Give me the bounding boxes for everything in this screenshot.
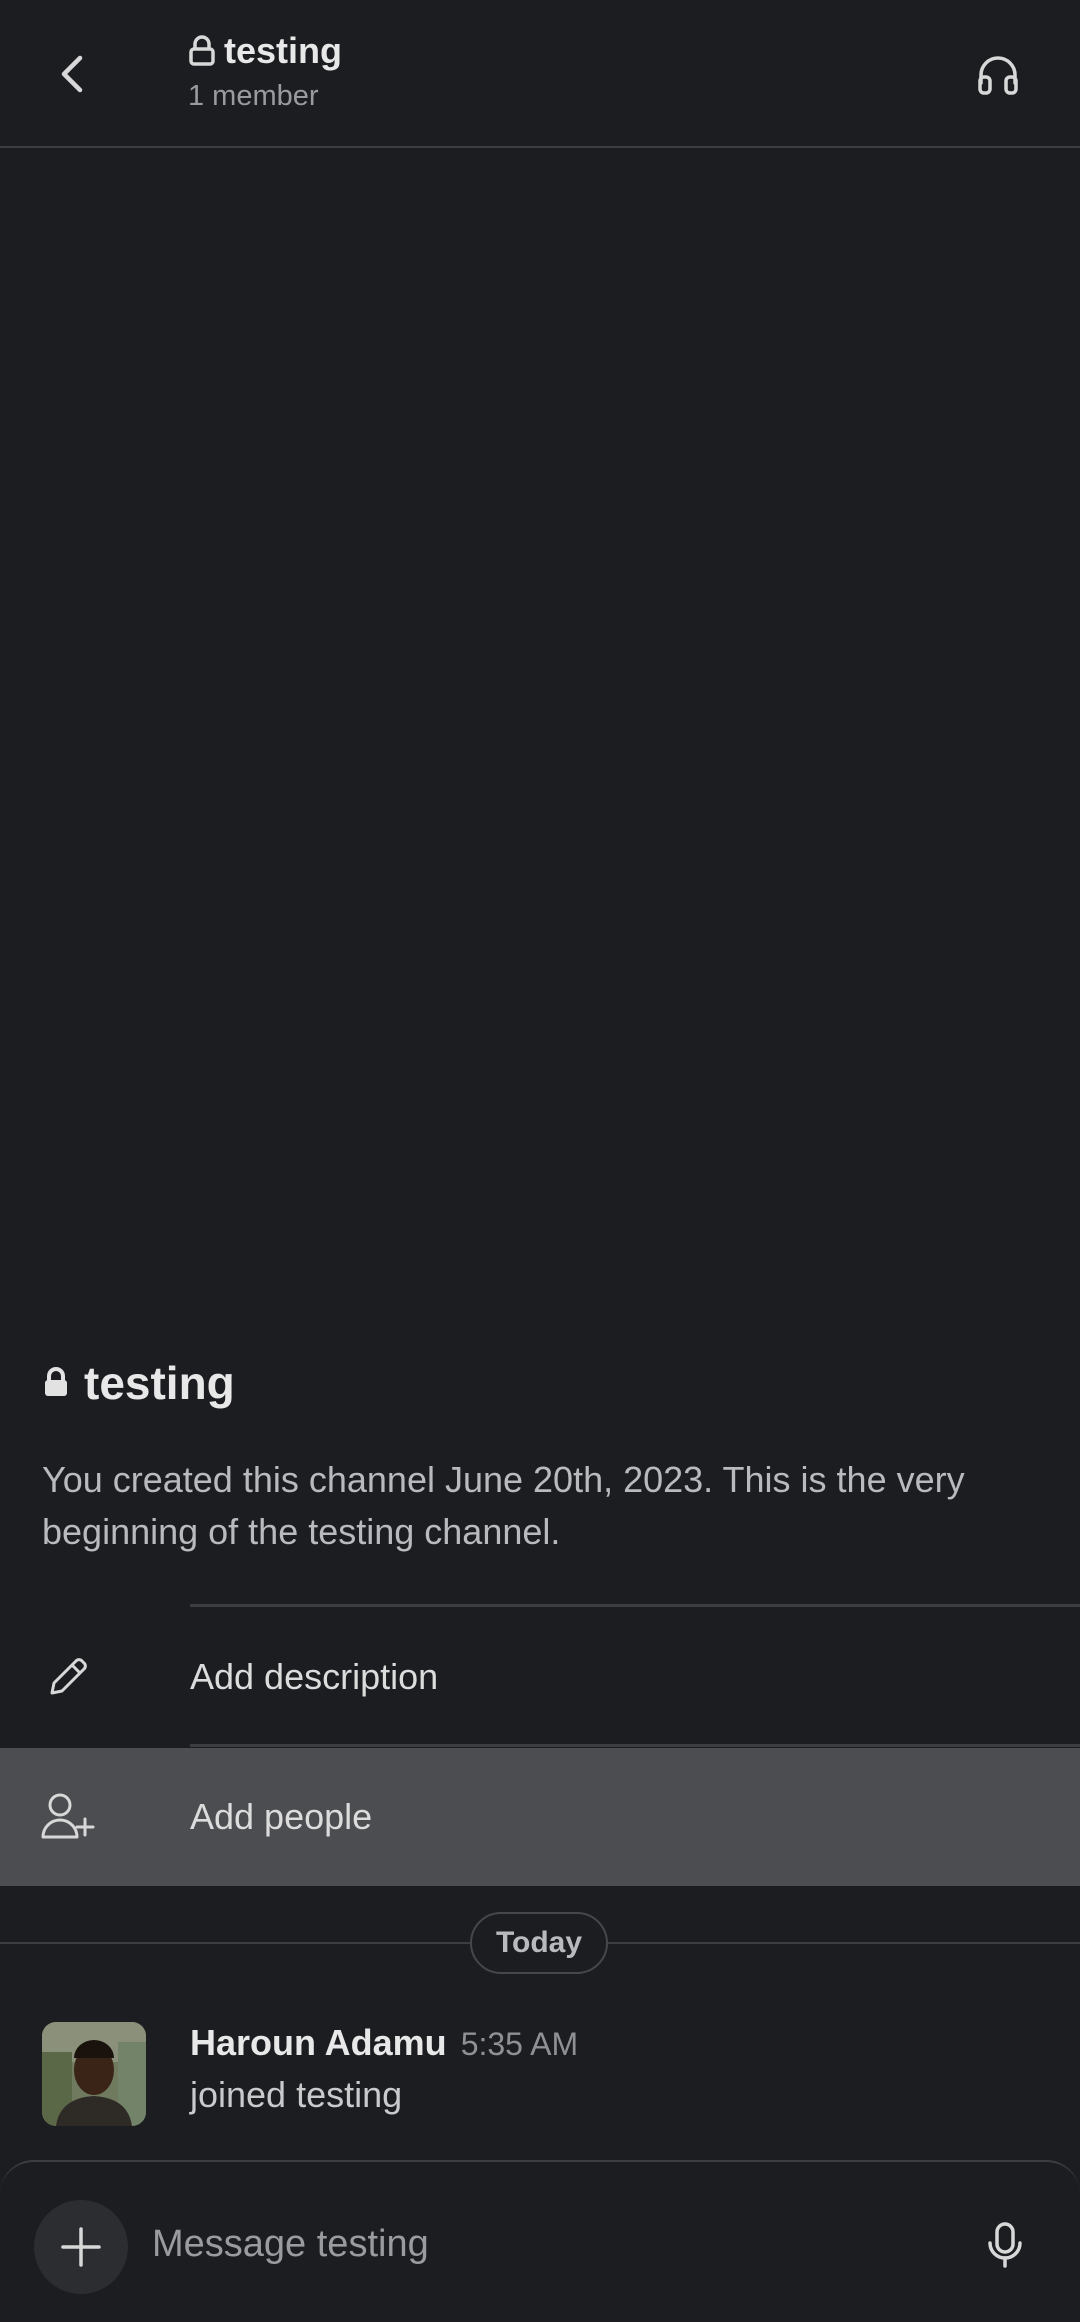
member-count: 1 member [188,80,319,112]
attach-button[interactable] [34,2200,128,2294]
message-item[interactable]: Haroun Adamu 5:35 AM joined testing [42,2022,1042,2132]
message-input[interactable] [152,2214,932,2274]
add-person-icon [40,1789,96,1845]
message-author[interactable]: Haroun Adamu [190,2022,447,2064]
lock-icon [189,35,215,66]
lock-icon [45,1367,67,1396]
voice-message-button[interactable] [970,2210,1040,2280]
intro-channel-name: testing [84,1357,235,1409]
avatar[interactable] [42,2022,146,2126]
message-composer [0,2160,1080,2322]
huddle-button[interactable] [956,40,1040,110]
channel-intro: testing You created this channel June 20… [42,1356,1042,1558]
message-timestamp: 5:35 AM [460,2026,579,2062]
message-text: joined testing [190,2074,403,2115]
intro-description: You created this channel June 20th, 2023… [42,1459,965,1552]
back-button[interactable] [40,42,104,106]
microphone-icon [988,2222,1022,2268]
add-description-label: Add description [190,1656,439,1697]
add-description-row[interactable]: Add description [0,1608,1080,1746]
channel-name: testing [224,30,343,71]
plus-icon [61,2227,101,2267]
add-people-label: Add people [190,1796,373,1837]
date-divider-pill[interactable]: Today [470,1912,608,1974]
pencil-icon [40,1649,96,1705]
channel-title-area[interactable]: testing 1 member [188,30,342,113]
divider [190,1604,1080,1607]
add-people-row[interactable]: Add people [0,1748,1080,1886]
channel-header: testing 1 member [0,0,1080,148]
channel-screen: testing 1 member testing You created thi… [0,0,1080,2322]
chevron-left-icon [61,55,83,93]
headphones-icon [978,56,1018,95]
